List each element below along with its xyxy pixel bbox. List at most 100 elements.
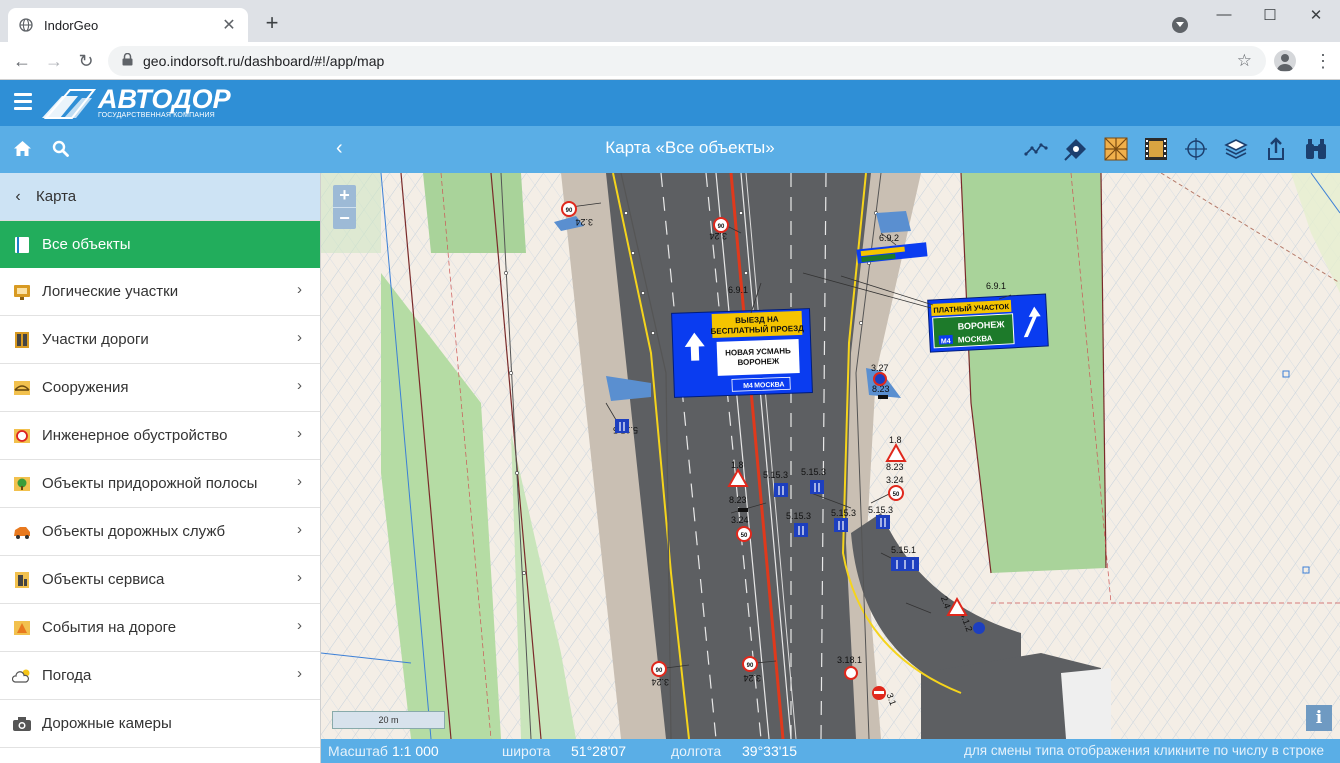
sidebar-item-label: Объекты сервиса xyxy=(42,571,165,588)
collapse-panel-icon[interactable]: ‹ xyxy=(336,137,343,160)
scale-bar: 20 m xyxy=(332,711,445,729)
speed-sign-c: 50 xyxy=(893,492,900,498)
sidebar-item-label: События на дороге xyxy=(42,619,177,636)
speed-sign-d: 50 xyxy=(741,533,748,539)
big-sign-left[interactable]: ВЫЕЗД НА БЕСПЛАТНЫЙ ПРОЕЗД НОВАЯ УСМАНЬ … xyxy=(671,308,813,398)
bookmark-star-icon[interactable]: ☆ xyxy=(1237,51,1252,71)
sidebar-item-events[interactable]: События на дороге › xyxy=(0,604,320,652)
speed-sign-b: 90 xyxy=(718,224,725,230)
zoom-control: + − xyxy=(333,185,356,229)
logical-sections-icon xyxy=(12,282,32,302)
big-sign-right[interactable]: ПЛАТНЫЙ УЧАСТОК ВОРОНЕЖ М4 МОСКВА xyxy=(927,293,1049,353)
sidebar-item-weather[interactable]: Погода › xyxy=(0,652,320,700)
speed-sign-a: 90 xyxy=(566,208,573,214)
tab-search-icon[interactable] xyxy=(1172,17,1188,33)
label-5-15-3-e: 5.15.3 xyxy=(831,508,856,518)
label-5-15-3-c: 5.15.3 xyxy=(801,467,826,477)
road-sections-icon xyxy=(12,330,32,350)
zoom-in-button[interactable]: + xyxy=(333,185,356,207)
back-icon[interactable]: ← xyxy=(10,49,34,73)
label-3-18-1: 3.18.1 xyxy=(837,655,862,665)
no-turn-sign[interactable] xyxy=(844,666,858,680)
minimize-icon[interactable]: — xyxy=(1212,6,1236,23)
scale-label: Масштаб xyxy=(328,743,388,759)
label-3-24-a: 3.24 xyxy=(886,475,904,485)
film-icon[interactable] xyxy=(1143,136,1169,162)
sidebar-item-road-services[interactable]: Объекты дорожных служб › xyxy=(0,508,320,556)
sidebar-item-cameras[interactable]: Дорожные камеры xyxy=(0,700,320,748)
sidebar-item-road-sections[interactable]: Участки дороги › xyxy=(0,316,320,364)
chevron-right-icon: › xyxy=(297,329,302,346)
crosshair-icon[interactable] xyxy=(1183,136,1209,162)
account-icon[interactable] xyxy=(1274,50,1296,72)
binoculars-icon[interactable] xyxy=(1303,136,1329,162)
no-parking-sign[interactable] xyxy=(873,372,887,386)
maximize-icon[interactable]: ☐ xyxy=(1258,6,1282,24)
home-icon[interactable] xyxy=(13,140,32,162)
tree-icon xyxy=(12,474,32,494)
sidebar-item-structures[interactable]: Сооружения › xyxy=(0,364,320,412)
service-car-icon xyxy=(12,522,32,542)
latitude-value[interactable]: 51°28'07 xyxy=(571,743,626,759)
label-6-9-1-b: 6.9.1 xyxy=(986,281,1006,291)
sidebar-item-roadside[interactable]: Объекты придорожной полосы › xyxy=(0,460,320,508)
layers-icon[interactable] xyxy=(1223,136,1249,162)
speed-sign-e: 90 xyxy=(656,668,663,674)
logo-subtitle: ГОСУДАРСТВЕННАЯ КОМПАНИЯ xyxy=(98,112,215,119)
browser-tab[interactable]: IndorGeo ✕ xyxy=(8,8,248,42)
chevron-right-icon: › xyxy=(297,425,302,442)
label-5-15-3-b: 5.15.3 xyxy=(763,470,788,480)
address-bar[interactable]: geo.indorsoft.ru/dashboard/#!/app/map ☆ xyxy=(108,46,1266,76)
browser-menu-icon[interactable]: ⋮ xyxy=(1314,50,1332,72)
avtodor-logo: АВТОДОР ГОСУДАРСТВЕННАЯ КОМПАНИЯ xyxy=(42,84,231,122)
logo-stripes-icon xyxy=(42,89,97,119)
menu-icon[interactable] xyxy=(14,93,32,111)
app-header: АВТОДОР ГОСУДАРСТВЕННАЯ КОМПАНИЯ xyxy=(0,80,1340,126)
browser-toolbar: ← → ↻ geo.indorsoft.ru/dashboard/#!/app/… xyxy=(0,42,1340,80)
zoom-out-button[interactable]: − xyxy=(333,207,356,229)
chevron-right-icon: › xyxy=(297,617,302,634)
search-icon[interactable] xyxy=(52,140,69,162)
sidebar-item-label: Объекты придорожной полосы xyxy=(42,475,258,492)
status-hint: для смены типа отображения кликните по ч… xyxy=(964,743,1325,758)
latitude-label: широта xyxy=(502,743,551,759)
share-icon[interactable] xyxy=(1263,136,1289,162)
sidebar-item-label: Логические участки xyxy=(42,283,179,300)
info-button[interactable]: i xyxy=(1306,705,1332,731)
forward-icon[interactable]: → xyxy=(42,49,66,73)
sidebar-item-service[interactable]: Объекты сервиса › xyxy=(0,556,320,604)
direction-sign[interactable] xyxy=(973,622,985,634)
label-5-15-3-d: 5.15.3 xyxy=(786,511,811,521)
speed-sign-f: 90 xyxy=(747,663,754,669)
sidebar-item-logical-sections[interactable]: Логические участки › xyxy=(0,268,320,316)
sidebar-item-label: Сооружения xyxy=(42,379,129,396)
label-1-8-b: 1.8 xyxy=(731,460,744,470)
service-icon xyxy=(12,570,32,590)
sidebar-item-all-objects[interactable]: Все объекты xyxy=(0,221,320,268)
window-close-icon[interactable]: ✕ xyxy=(1304,6,1328,24)
map-view[interactable]: ВЫЕЗД НА БЕСПЛАТНЫЙ ПРОЕЗД НОВАЯ УСМАНЬ … xyxy=(321,173,1340,739)
label-5-15-3-a: 5.15.3 xyxy=(868,505,893,515)
longitude-value[interactable]: 39°33'15 xyxy=(742,743,797,759)
grid-layer-icon[interactable] xyxy=(1103,136,1129,162)
weather-icon xyxy=(12,666,32,686)
new-tab-button[interactable]: + xyxy=(262,12,282,34)
label-6-9-2: 6.9.2 xyxy=(879,233,899,243)
sidebar-item-label: Участки дороги xyxy=(42,331,149,348)
sidebar-header[interactable]: ‹ Карта xyxy=(0,173,320,221)
tab-close-icon[interactable]: ✕ xyxy=(220,15,238,35)
lock-icon xyxy=(122,52,133,69)
chevron-left-icon[interactable]: ‹ xyxy=(0,188,36,206)
sidebar-item-engineering[interactable]: Инженерное обустройство › xyxy=(0,412,320,460)
route-icon[interactable] xyxy=(1023,136,1049,162)
scale-value[interactable]: 1:1 000 xyxy=(392,743,439,759)
sidebar: ‹ Карта Все объекты Логические участки ›… xyxy=(0,173,321,763)
map-pin-icon[interactable] xyxy=(1063,136,1089,162)
big-sign-left-line4: ВОРОНЕЖ xyxy=(737,357,780,367)
chevron-right-icon: › xyxy=(297,281,302,298)
camera-icon xyxy=(12,714,32,734)
label-5-15-1: 5.15.1 xyxy=(891,545,916,555)
reload-icon[interactable]: ↻ xyxy=(74,49,98,73)
map-canvas[interactable]: ВЫЕЗД НА БЕСПЛАТНЫЙ ПРОЕЗД НОВАЯ УСМАНЬ … xyxy=(321,173,1340,739)
chevron-right-icon: › xyxy=(297,569,302,586)
